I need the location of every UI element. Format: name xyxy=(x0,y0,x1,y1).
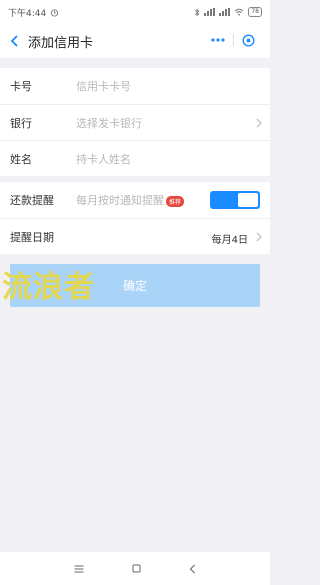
status-time: 下午4:44 xyxy=(8,8,47,19)
reminder-date-label: 提醒日期 xyxy=(10,230,54,244)
toggle-knob xyxy=(238,193,258,207)
cardholder-name-input[interactable]: 持卡人姓名 xyxy=(76,151,260,167)
name-row[interactable]: 姓名 持卡人姓名 xyxy=(0,140,270,176)
name-label: 姓名 xyxy=(10,152,32,166)
chevron-right-icon xyxy=(256,118,262,128)
chevron-right-icon xyxy=(256,232,262,242)
chevron-left-icon xyxy=(10,35,18,47)
menu-icon[interactable] xyxy=(74,565,84,573)
bank-row[interactable]: 银行 选择发卡银行 xyxy=(0,104,270,140)
watermark-text: 流浪者 xyxy=(2,270,95,305)
reminder-date-value: 每月4日 xyxy=(211,235,248,246)
wifi-icon xyxy=(235,8,244,16)
bluetooth-icon xyxy=(195,7,200,17)
card-number-label: 卡号 xyxy=(10,80,32,93)
back-button[interactable] xyxy=(0,24,28,58)
more-icon[interactable] xyxy=(211,38,225,42)
recommend-badge: 推荐 xyxy=(166,195,185,207)
reminder-hint-text: 每月按时通知提醒 xyxy=(76,194,164,207)
mini-program-capsule xyxy=(205,28,261,52)
bank-label: 银行 xyxy=(10,116,32,130)
confirm-label: 确定 xyxy=(122,279,147,293)
signal-icon xyxy=(204,8,216,16)
status-left: 下午4:44 xyxy=(8,6,59,19)
close-mini-program-icon[interactable] xyxy=(242,33,255,47)
reminder-label: 还款提醒 xyxy=(10,194,54,207)
alarm-icon xyxy=(51,8,59,17)
card-info-section: 卡号 信用卡卡号 银行 选择发卡银行 姓名 持卡人姓名 xyxy=(0,68,270,176)
card-number-input[interactable]: 信用卡卡号 xyxy=(76,78,260,94)
battery-icon: 78 xyxy=(248,7,262,17)
page-title: 添加信用卡 xyxy=(28,35,94,51)
reminder-toggle[interactable] xyxy=(210,191,260,209)
nav-bar: 添加信用卡 xyxy=(0,24,270,58)
home-icon[interactable] xyxy=(132,564,141,573)
system-nav-bar xyxy=(0,552,270,585)
card-number-row[interactable]: 卡号 信用卡卡号 xyxy=(0,68,270,104)
reminder-row: 还款提醒 每月按时通知提醒 推荐 xyxy=(0,182,270,218)
status-bar: 下午4:44 78 xyxy=(0,0,270,24)
status-right: 78 xyxy=(194,7,262,17)
bank-select[interactable]: 选择发卡银行 xyxy=(76,115,260,131)
reminder-section: 还款提醒 每月按时通知提醒 推荐 提醒日期 每月4日 xyxy=(0,182,270,254)
reminder-date-row[interactable]: 提醒日期 每月4日 xyxy=(0,218,270,254)
back-icon[interactable] xyxy=(189,564,196,574)
signal-icon-2 xyxy=(219,8,231,16)
capsule-divider xyxy=(233,34,234,46)
